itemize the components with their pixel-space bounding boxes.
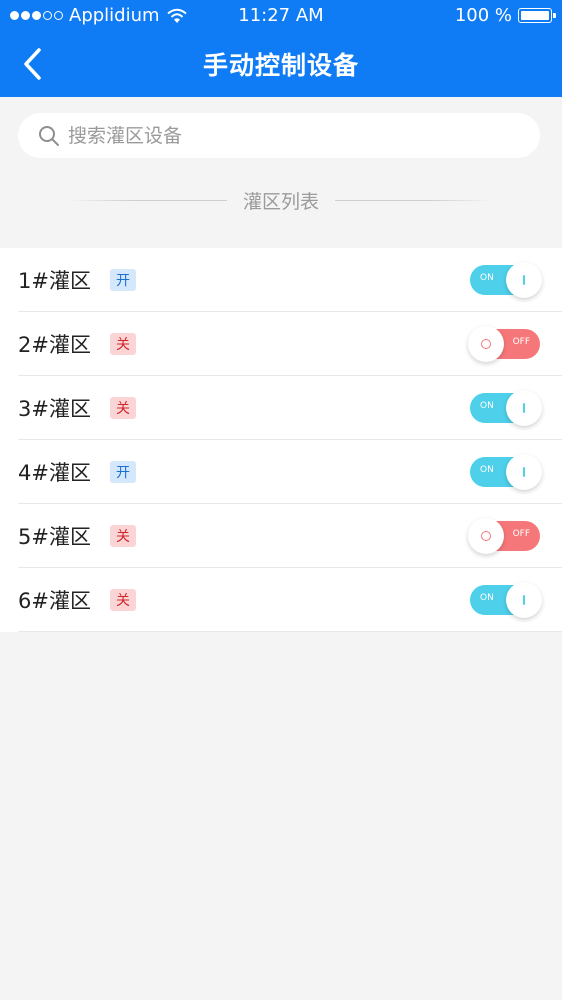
zone-name: 1#灌区 <box>18 268 91 293</box>
status-badge: 关 <box>110 588 136 611</box>
toggle-label: ON <box>480 400 494 411</box>
zone-toggle[interactable]: ON <box>470 389 542 426</box>
search-icon <box>39 125 59 146</box>
zone-toggle[interactable]: ON <box>470 453 542 490</box>
battery-icon <box>518 8 556 23</box>
toggle-on-mark-icon <box>523 594 525 605</box>
status-badge: 开 <box>110 460 136 483</box>
section-title: 灌区列表 <box>242 190 319 213</box>
status-right: 100 % <box>454 5 556 26</box>
section-divider: 灌区列表 <box>0 185 562 215</box>
zone-row: 5#灌区关 OFF <box>18 504 562 568</box>
zone-toggle[interactable]: ON <box>470 261 542 298</box>
divider-line-left <box>66 199 227 201</box>
zone-name: 5#灌区 <box>18 524 91 549</box>
status-badge: 关 <box>110 524 136 547</box>
header-bar: Applidium 11:27 AM 100 % 手动控制设备 <box>0 0 562 97</box>
toggle-on-mark-icon <box>523 402 525 413</box>
zone-row: 4#灌区开 ON <box>18 440 562 504</box>
status-badge: 关 <box>110 396 136 419</box>
zone-name: 6#灌区 <box>18 588 91 613</box>
toggle-off-mark-icon <box>481 338 491 349</box>
toggle-knob <box>506 453 542 490</box>
zone-toggle[interactable]: ON <box>470 581 542 618</box>
zone-name: 3#灌区 <box>18 396 91 421</box>
divider-line-right <box>335 199 495 201</box>
search-bar[interactable] <box>18 113 540 158</box>
toggle-knob <box>506 581 542 618</box>
toggle-knob <box>506 261 542 298</box>
search-input[interactable] <box>68 124 488 147</box>
toggle-knob <box>468 517 504 554</box>
status-bar: Applidium 11:27 AM 100 % <box>0 0 562 32</box>
toggle-label: ON <box>480 464 494 475</box>
zone-toggle[interactable]: OFF <box>468 517 540 554</box>
toggle-label: OFF <box>512 336 530 347</box>
toggle-label: ON <box>480 272 494 283</box>
zone-row: 6#灌区关 ON <box>18 568 562 632</box>
battery-percent: 100 % <box>454 5 512 26</box>
toggle-knob <box>468 325 504 362</box>
zone-toggle[interactable]: OFF <box>468 325 540 362</box>
zone-list: 1#灌区开 ON 2#灌区关 OFF 3#灌区关 ON 4#灌区开 ON 5#灌区关 OFF 6#灌… <box>0 248 562 632</box>
zone-row: 1#灌区开 ON <box>18 248 562 312</box>
zone-row: 2#灌区关 OFF <box>18 312 562 376</box>
zone-row: 3#灌区关 ON <box>18 376 562 440</box>
status-badge: 开 <box>110 268 136 291</box>
status-badge: 关 <box>110 332 136 355</box>
zone-name: 4#灌区 <box>18 460 91 485</box>
toggle-off-mark-icon <box>481 530 491 541</box>
toggle-label: OFF <box>512 528 530 539</box>
page-title: 手动控制设备 <box>202 51 359 80</box>
zone-name: 2#灌区 <box>18 332 91 357</box>
toggle-on-mark-icon <box>523 466 525 477</box>
toggle-knob <box>506 389 542 426</box>
toggle-label: ON <box>480 592 494 603</box>
toggle-on-mark-icon <box>523 274 525 285</box>
